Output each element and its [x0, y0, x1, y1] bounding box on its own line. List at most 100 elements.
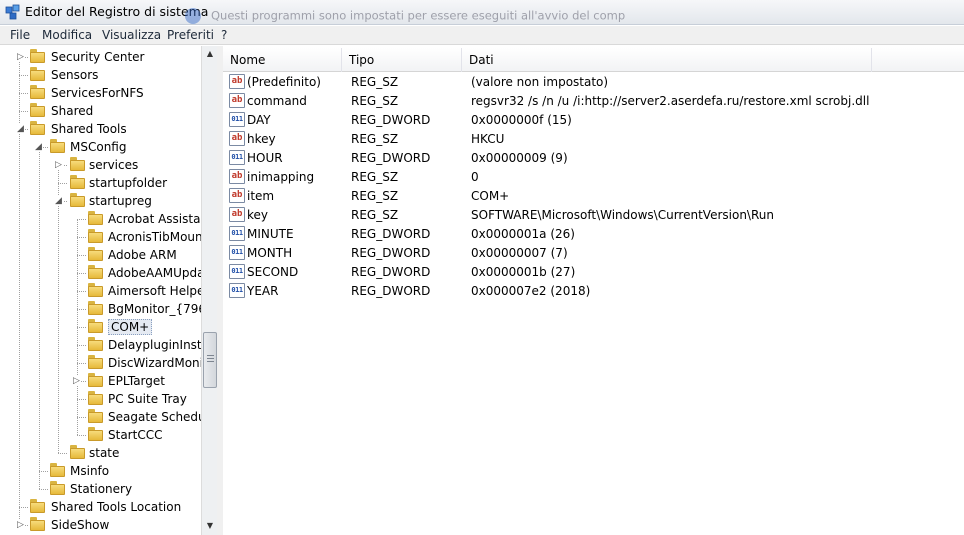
folder-icon-body	[70, 160, 85, 171]
tree-item[interactable]: BgMonitor_{7966	[0, 300, 201, 318]
folder-icon-body	[30, 88, 45, 99]
string-value-icon: ab	[229, 169, 245, 184]
column-header-dati[interactable]: Dati	[462, 48, 872, 72]
folder-icon-body	[30, 52, 45, 63]
tree-connector-line	[77, 345, 86, 346]
collapse-arrow-icon[interactable]: ◢	[16, 124, 25, 134]
tree-item[interactable]: Seagate Schedule	[0, 408, 201, 426]
folder-icon	[88, 373, 103, 387]
tree-item-label: AdobeAAMUpdat	[108, 266, 201, 280]
tree-item[interactable]: ▷ EPLTarget	[0, 372, 201, 390]
menu-preferiti[interactable]: Preferiti	[167, 28, 214, 42]
collapse-arrow-icon[interactable]: ◢	[54, 196, 63, 206]
values-list[interactable]: Nome Tipo Dati ab (Predefinito) REG_SZ (val…	[223, 46, 964, 535]
string-value-icon: ab	[229, 207, 245, 222]
tree-item[interactable]: COM+	[0, 318, 201, 336]
expand-arrow-icon[interactable]: ▷	[16, 520, 25, 530]
tree-item[interactable]: ◢ startupreg	[0, 192, 201, 210]
tree-item[interactable]: ServicesForNFS	[0, 84, 201, 102]
tree-item[interactable]: Stationery	[0, 480, 201, 498]
expand-arrow-icon[interactable]: ▷	[54, 160, 63, 170]
tree-item-label: startupfolder	[89, 176, 168, 190]
folder-icon	[30, 103, 45, 117]
registry-key-tree[interactable]: ▷ Security Center Sensors ServicesForNFS Sha…	[0, 46, 201, 535]
table-row[interactable]: 011 SECOND REG_DWORD 0x0000001b (27)	[223, 262, 964, 281]
tree-connector-line	[77, 291, 86, 292]
tree-item[interactable]: startupfolder	[0, 174, 201, 192]
tree-item[interactable]: AdobeAAMUpdat	[0, 264, 201, 282]
folder-icon	[88, 247, 103, 261]
folder-icon	[70, 157, 85, 171]
window-title: Editor del Registro di sistema	[25, 4, 209, 19]
folder-icon-body	[88, 286, 103, 297]
menu-help[interactable]: ?	[221, 28, 227, 42]
menu-modifica[interactable]: Modifica	[42, 28, 92, 42]
list-header: Nome Tipo Dati	[223, 48, 964, 72]
value-name: item	[247, 189, 275, 203]
tree-item[interactable]: DelaypluginInstal	[0, 336, 201, 354]
tree-item-label: Seagate Schedule	[108, 410, 201, 424]
menu-visualizza[interactable]: Visualizza	[102, 28, 161, 42]
table-row[interactable]: 011 YEAR REG_DWORD 0x000007e2 (2018)	[223, 281, 964, 300]
folder-icon	[70, 445, 85, 459]
table-row[interactable]: 011 HOUR REG_DWORD 0x00000009 (9)	[223, 148, 964, 167]
column-header-tipo[interactable]: Tipo	[342, 48, 462, 72]
tree-item[interactable]: StartCCC	[0, 426, 201, 444]
table-row[interactable]: ab inimapping REG_SZ 0	[223, 167, 964, 186]
table-row[interactable]: 011 MONTH REG_DWORD 0x00000007 (7)	[223, 243, 964, 262]
expand-arrow-icon[interactable]: ▷	[72, 376, 81, 386]
table-row[interactable]: ab command REG_SZ regsvr32 /s /n /u /i:http…	[223, 91, 964, 110]
column-header-nome[interactable]: Nome	[223, 48, 342, 72]
value-type: REG_DWORD	[351, 227, 431, 241]
tree-item[interactable]: AcronisTibMount	[0, 228, 201, 246]
menu-file[interactable]: File	[10, 28, 30, 42]
value-data: SOFTWARE\Microsoft\Windows\CurrentVersio…	[471, 208, 774, 222]
tree-item-label: Acrobat Assistant	[108, 212, 201, 226]
tree-item[interactable]: ▷ services	[0, 156, 201, 174]
folder-icon	[88, 409, 103, 423]
scroll-down-arrow-icon[interactable]: ▼	[202, 518, 218, 534]
tree-item[interactable]: Acrobat Assistant	[0, 210, 201, 228]
tree-item[interactable]: Shared Tools Location	[0, 498, 201, 516]
table-row[interactable]: ab hkey REG_SZ HKCU	[223, 129, 964, 148]
tree-item[interactable]: state	[0, 444, 201, 462]
value-data: 0x0000001b (27)	[471, 265, 576, 279]
table-row[interactable]: ab key REG_SZ SOFTWARE\Microsoft\Windows\Cu…	[223, 205, 964, 224]
tree-connector-line	[77, 255, 86, 256]
binary-value-icon: 011	[229, 150, 245, 165]
tree-item[interactable]: Adobe ARM	[0, 246, 201, 264]
string-value-icon: ab	[229, 131, 245, 146]
tree-item[interactable]: DiscWizardMonit	[0, 354, 201, 372]
folder-icon-body	[88, 340, 103, 351]
tree-connector-line	[77, 219, 86, 220]
regedit-app-icon[interactable]	[5, 4, 21, 20]
tree-item[interactable]: Shared	[0, 102, 201, 120]
tree-connector-line	[77, 363, 86, 364]
value-data: 0x000007e2 (2018)	[471, 284, 591, 298]
tree-item-label: DelaypluginInstal	[108, 338, 201, 352]
tree-item[interactable]: ▷ SideShow	[0, 516, 201, 534]
tree-item[interactable]: PC Suite Tray	[0, 390, 201, 408]
table-row[interactable]: 011 MINUTE REG_DWORD 0x0000001a (26)	[223, 224, 964, 243]
folder-icon-body	[30, 520, 45, 531]
value-data: 0	[471, 170, 479, 184]
tree-item[interactable]: ◢ Shared Tools	[0, 120, 201, 138]
scroll-up-arrow-icon[interactable]: ▲	[202, 46, 218, 62]
tree-item[interactable]: ◢ MSConfig	[0, 138, 201, 156]
value-data: (valore non impostato)	[471, 75, 609, 89]
tree-item[interactable]: Aimersoft Helper	[0, 282, 201, 300]
collapse-arrow-icon[interactable]: ◢	[34, 142, 43, 152]
tree-item[interactable]: Sensors	[0, 66, 201, 84]
expand-arrow-icon[interactable]: ▷	[16, 52, 25, 62]
table-row[interactable]: 011 DAY REG_DWORD 0x0000000f (15)	[223, 110, 964, 129]
table-row[interactable]: ab item REG_SZ COM+	[223, 186, 964, 205]
tree-item-label: state	[89, 446, 120, 460]
tree-scrollbar[interactable]: ▲ ▼	[201, 46, 217, 535]
scroll-thumb[interactable]	[203, 332, 217, 388]
tree-item[interactable]: Msinfo	[0, 462, 201, 480]
tree-item[interactable]: ▷ Security Center	[0, 48, 201, 66]
folder-icon	[70, 193, 85, 207]
tree-item-label: DiscWizardMonit	[108, 356, 201, 370]
folder-icon-body	[88, 322, 103, 333]
table-row[interactable]: ab (Predefinito) REG_SZ (valore non imposta…	[223, 72, 964, 91]
